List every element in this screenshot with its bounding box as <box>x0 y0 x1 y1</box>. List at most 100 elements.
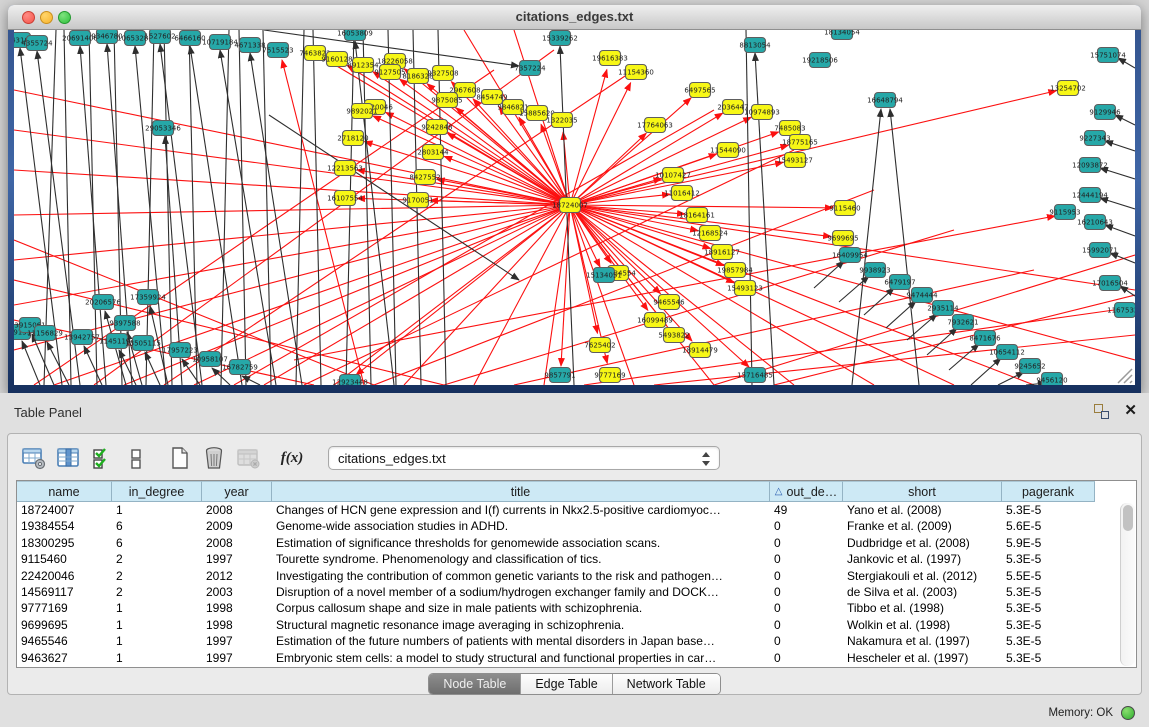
table-cell[interactable]: 14569117 <box>17 584 112 600</box>
table-cell[interactable]: 9465546 <box>17 633 112 649</box>
table-cell[interactable]: 9463627 <box>17 650 112 666</box>
select-all-icon[interactable] <box>88 444 116 472</box>
table-cell[interactable]: 1997 <box>202 551 272 567</box>
table-settings-icon[interactable] <box>20 444 48 472</box>
graph-edge-red[interactable] <box>714 255 1135 385</box>
table-cell[interactable]: Dudbridge et al. (2008) <box>843 535 1002 551</box>
graph-edge-red[interactable] <box>570 91 1056 205</box>
table-cell[interactable]: Genome-wide association studies in ADHD. <box>272 518 770 534</box>
graph-edge-red[interactable] <box>570 70 607 205</box>
graph-edge-red[interactable] <box>404 205 570 385</box>
graph-edge-black[interactable] <box>190 46 242 385</box>
new-table-icon[interactable] <box>166 444 194 472</box>
graph-edge-black[interactable] <box>998 372 1024 385</box>
network-canvas[interactable]: 1872400774638229160128891235418226058912… <box>14 30 1135 385</box>
table-cell[interactable]: Tourette syndrome. Phenomenology and cla… <box>272 551 770 567</box>
table-cell[interactable]: 1 <box>112 633 202 649</box>
table-cell[interactable]: 9115460 <box>17 551 112 567</box>
tab-edge-table[interactable]: Edge Table <box>521 674 612 694</box>
table-row[interactable]: 2242004622012Investigating the contribut… <box>17 568 1136 584</box>
window-titlebar[interactable]: citations_edges.txt <box>8 5 1141 30</box>
table-cell[interactable]: 2008 <box>202 535 272 551</box>
graph-edge-black[interactable] <box>1105 141 1135 151</box>
graph-edge-red[interactable] <box>570 205 634 385</box>
graph-edge-black[interactable] <box>890 109 919 385</box>
table-row[interactable]: 969969511998Structural magnetic resonanc… <box>17 617 1136 633</box>
table-cell[interactable]: 19384554 <box>17 518 112 534</box>
show-columns-icon[interactable] <box>54 444 82 472</box>
table-row[interactable]: 1830029562008Estimation of significance … <box>17 535 1136 551</box>
graph-edge-black[interactable] <box>296 30 304 385</box>
table-cell[interactable]: Yano et al. (2008) <box>843 502 1002 518</box>
table-cell[interactable]: de Silva et al. (2003) <box>843 584 1002 600</box>
function-builder-icon[interactable]: f(x) <box>278 444 306 472</box>
table-cell[interactable]: Changes of HCN gene expression and I(f) … <box>272 502 770 518</box>
table-cell[interactable]: 2008 <box>202 502 272 518</box>
close-panel-icon[interactable]: ✕ <box>1124 401 1137 419</box>
table-cell[interactable]: Wolkin et al. (1998) <box>843 617 1002 633</box>
table-cell[interactable]: Nakamura et al. (1997) <box>843 633 1002 649</box>
table-cell[interactable]: 2 <box>112 584 202 600</box>
table-cell[interactable]: 0 <box>770 633 843 649</box>
table-source-select[interactable]: citations_edges.txt <box>328 446 720 470</box>
table-row[interactable]: 1872400712008Changes of HCN gene express… <box>17 502 1136 518</box>
table-cell[interactable]: 0 <box>770 650 843 666</box>
graph-edge-black[interactable] <box>135 46 166 385</box>
graph-edge-black[interactable] <box>363 30 371 385</box>
table-cell[interactable]: Franke et al. (2009) <box>843 518 1002 534</box>
table-cell[interactable]: 6 <box>112 535 202 551</box>
table-cell[interactable]: Corpus callosum shape and size in male p… <box>272 600 770 616</box>
graph-edge-red[interactable] <box>444 156 570 205</box>
table-cell[interactable]: 18300295 <box>17 535 112 551</box>
table-cell[interactable]: 9699695 <box>17 617 112 633</box>
graph-edge-black[interactable] <box>355 41 394 385</box>
table-cell[interactable]: 1997 <box>202 650 272 666</box>
graph-edge-black[interactable] <box>242 376 260 385</box>
table-cell[interactable]: 0 <box>770 551 843 567</box>
table-cell[interactable]: 5.3E-5 <box>1002 584 1095 600</box>
graph-edge-black[interactable] <box>114 30 122 385</box>
column-header-in_degree[interactable]: in_degree <box>112 481 202 502</box>
table-cell[interactable]: 5.9E-5 <box>1002 535 1095 551</box>
graph-edge-black[interactable] <box>1118 58 1135 68</box>
graph-edge-red[interactable] <box>570 205 1135 360</box>
table-cell[interactable]: 5.5E-5 <box>1002 568 1095 584</box>
graph-edge-black[interactable] <box>1100 168 1135 179</box>
table-cell[interactable]: 0 <box>770 584 843 600</box>
unselect-all-icon[interactable] <box>122 444 150 472</box>
table-cell[interactable]: 49 <box>770 502 843 518</box>
table-cell[interactable]: Tibbo et al. (1998) <box>843 600 1002 616</box>
graph-edge-black[interactable] <box>755 53 774 385</box>
table-cell[interactable]: 0 <box>770 617 843 633</box>
column-header-out_de[interactable]: △out_de… <box>770 481 843 502</box>
graph-edge-red[interactable] <box>356 205 570 375</box>
table-cell[interactable]: 1998 <box>202 600 272 616</box>
memory-status-icon[interactable] <box>1121 706 1135 720</box>
table-cell[interactable]: 18724007 <box>17 502 112 518</box>
table-cell[interactable]: 2 <box>112 551 202 567</box>
graph-edge-black[interactable] <box>84 346 102 385</box>
graph-edge-black[interactable] <box>814 261 844 288</box>
table-row[interactable]: 946362711997Embryonic stem cells: a mode… <box>17 650 1136 666</box>
column-header-title[interactable]: title <box>272 481 770 502</box>
table-cell[interactable]: 1997 <box>202 633 272 649</box>
delete-table-icon[interactable] <box>200 444 228 472</box>
table-row[interactable]: 946554611997Estimation of the future num… <box>17 633 1136 649</box>
graph-edge-black[interactable] <box>32 334 54 385</box>
table-cell[interactable]: 5.3E-5 <box>1002 633 1095 649</box>
table-cell[interactable]: 1 <box>112 650 202 666</box>
table-cell[interactable]: Structural magnetic resonance image aver… <box>272 617 770 633</box>
table-cell[interactable]: 2003 <box>202 584 272 600</box>
table-cell[interactable]: Estimation of significance thresholds fo… <box>272 535 770 551</box>
graph-edge-black[interactable] <box>1115 115 1135 125</box>
table-cell[interactable]: 5.3E-5 <box>1002 551 1095 567</box>
column-header-name[interactable]: name <box>17 481 112 502</box>
tab-network-table[interactable]: Network Table <box>613 674 720 694</box>
graph-edge-black[interactable] <box>388 30 396 385</box>
table-cell[interactable]: 9777169 <box>17 600 112 616</box>
scrollbar-thumb[interactable] <box>1123 505 1133 531</box>
graph-edge-black[interactable] <box>1100 198 1135 209</box>
table-cell[interactable]: 1 <box>112 617 202 633</box>
table-cell[interactable]: Embryonic stem cells: a model to study s… <box>272 650 770 666</box>
graph-edge-black[interactable] <box>927 328 957 355</box>
